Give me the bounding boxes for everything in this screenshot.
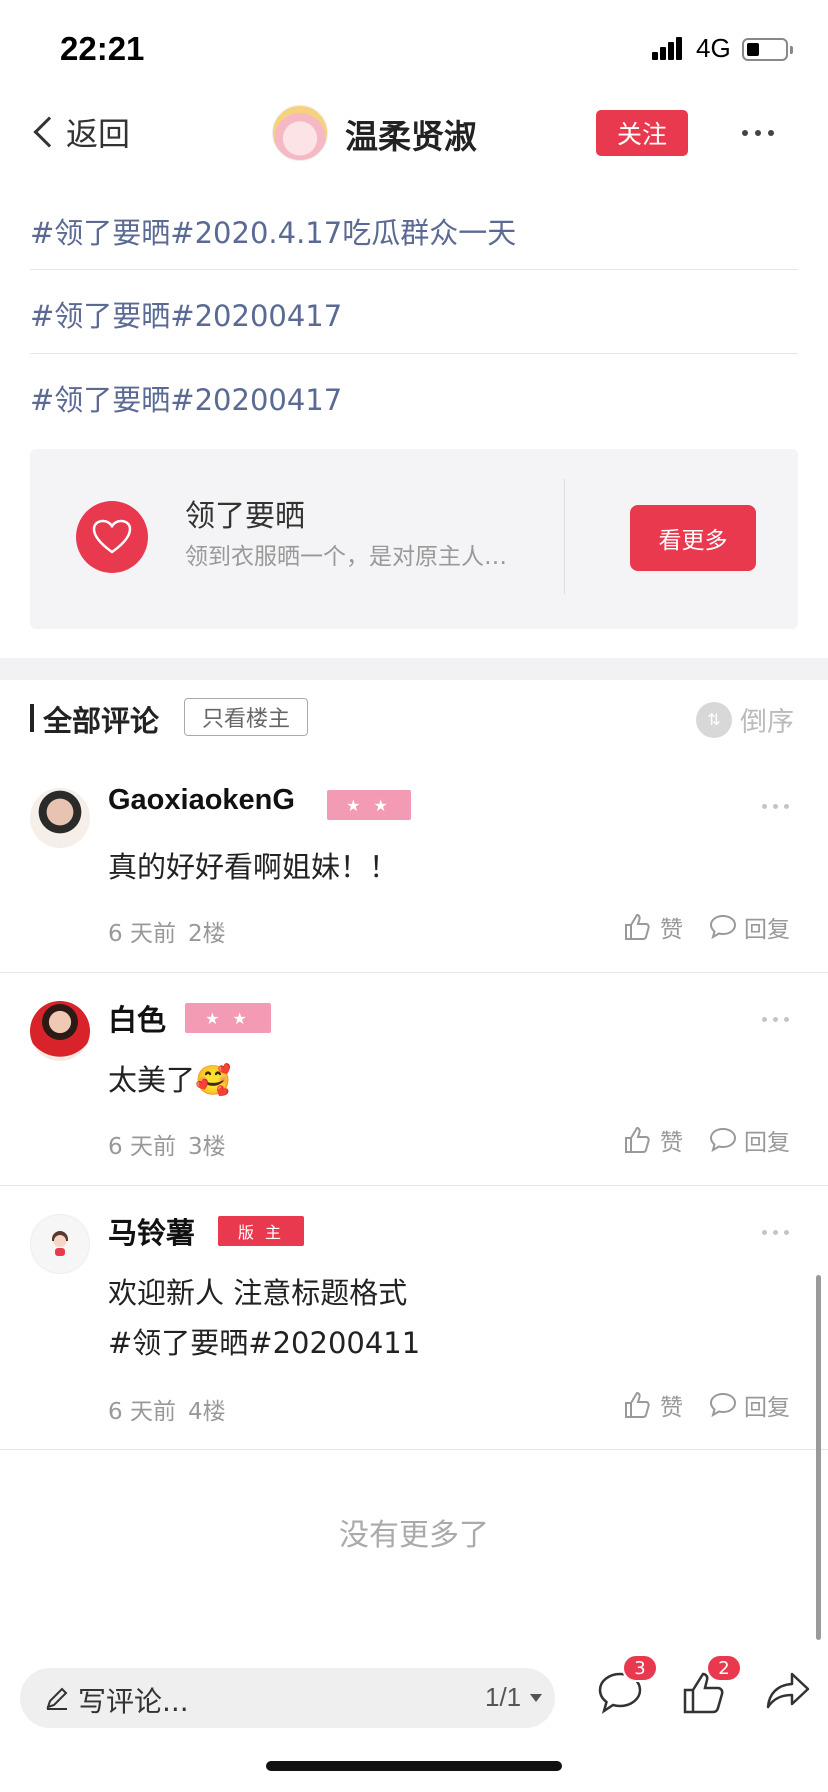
comment-input[interactable]: 写评论... 1/1 <box>20 1668 555 1728</box>
op-only-button[interactable]: 只看楼主 <box>184 698 308 736</box>
comment-text: 太美了🥰 <box>108 1063 232 1097</box>
comment-floor: 2楼 <box>187 921 226 947</box>
like-count-badge: 2 <box>706 1654 742 1682</box>
comments-title: 全部评论 <box>43 704 160 738</box>
header-accent-bar <box>30 704 34 732</box>
author-name[interactable]: 温柔贤淑 <box>345 110 477 158</box>
comment-text-line: 欢迎新人 注意标题格式 <box>108 1276 408 1310</box>
page-indicator[interactable]: 1/1 <box>485 1682 521 1713</box>
forum-name: 领了要晒 <box>185 499 305 534</box>
reply-bubble-icon <box>709 914 737 940</box>
status-time: 22:21 <box>60 30 145 67</box>
divider <box>30 353 798 354</box>
comment-floor: 4楼 <box>187 1399 226 1425</box>
back-button[interactable]: 返回 <box>30 110 130 154</box>
like-button[interactable]: 赞 <box>622 1123 683 1157</box>
reply-label: 回复 <box>744 1395 790 1421</box>
comment-username[interactable]: 马铃薯 <box>108 1210 195 1252</box>
reply-label: 回复 <box>744 917 790 943</box>
back-chevron-icon <box>33 116 65 148</box>
see-more-button[interactable]: 看更多 <box>630 505 756 571</box>
comment-count-badge: 3 <box>622 1654 658 1682</box>
comment-time: 6 天前 <box>108 921 176 947</box>
sort-label: 倒序 <box>740 707 794 738</box>
share-button[interactable] <box>764 1670 814 1720</box>
nav-bar: 返回 温柔贤淑 关注 <box>0 90 828 175</box>
moderator-badge: 版 主 <box>218 1216 304 1246</box>
like-button[interactable]: 赞 <box>622 1388 683 1422</box>
divider <box>564 479 565 594</box>
post-tag-line[interactable]: #领了要晒#2020.4.17吃瓜群众一天 <box>30 210 798 252</box>
like-button[interactable]: 赞 <box>622 910 683 944</box>
divider <box>30 269 798 270</box>
thumbs-up-icon <box>625 1126 650 1153</box>
like-label: 赞 <box>660 917 683 943</box>
comment-username[interactable]: GaoxiaokenG <box>108 784 295 817</box>
sort-icon: ⇅ <box>696 701 732 738</box>
divider <box>0 972 828 973</box>
scrollbar[interactable] <box>816 1275 821 1640</box>
thumbs-up-icon <box>625 1391 650 1418</box>
avatar[interactable] <box>30 1001 90 1061</box>
back-label: 返回 <box>66 115 131 153</box>
level-badge: ★ ★ <box>185 1003 271 1033</box>
comment-meta: 6 天前 3楼 <box>108 1127 238 1161</box>
comment-meta: 6 天前 4楼 <box>108 1392 238 1426</box>
no-more-text: 没有更多了 <box>339 1518 489 1553</box>
comments-button[interactable]: 3 <box>596 1654 658 1720</box>
divider <box>0 1449 828 1450</box>
avatar[interactable] <box>30 788 90 848</box>
comment-floor: 3楼 <box>187 1134 226 1160</box>
section-separator <box>0 658 828 680</box>
comment-item: 马铃薯 版 主 欢迎新人 注意标题格式 #领了要晒#20200411 6 天前 4… <box>0 1196 828 1450</box>
comment-placeholder: 写评论... <box>78 1685 189 1718</box>
comment-time: 6 天前 <box>108 1399 176 1425</box>
reply-bubble-icon <box>709 1127 737 1153</box>
status-bar: 22:21 4G <box>0 0 828 90</box>
divider <box>0 1185 828 1186</box>
comment-time: 6 天前 <box>108 1134 176 1160</box>
more-icon[interactable] <box>742 130 774 136</box>
comments-header: 全部评论 只看楼主 ⇅ 倒序 <box>0 690 828 746</box>
reply-button[interactable]: 回复 <box>708 1123 790 1157</box>
like-label: 赞 <box>660 1395 683 1421</box>
avatar[interactable] <box>30 1214 90 1274</box>
comment-more-icon[interactable] <box>762 804 789 809</box>
follow-button[interactable]: 关注 <box>596 110 688 156</box>
pencil-icon <box>46 1687 68 1710</box>
comment-item: GaoxiaokenG ★ ★ 真的好好看啊姐妹！！ 6 天前 2楼 赞 回复 <box>0 770 828 973</box>
post-tag-line[interactable]: #领了要晒#20200417 <box>30 377 798 419</box>
comment-more-icon[interactable] <box>762 1017 789 1022</box>
comment-meta: 6 天前 2楼 <box>108 914 238 948</box>
home-indicator[interactable] <box>266 1761 562 1771</box>
cellular-signal-icon <box>652 34 688 60</box>
comment-text: 真的好好看啊姐妹！！ <box>108 850 399 884</box>
share-icon <box>766 1672 810 1709</box>
author-avatar[interactable] <box>272 105 328 161</box>
reply-button[interactable]: 回复 <box>708 910 790 944</box>
reply-button[interactable]: 回复 <box>708 1388 790 1422</box>
comment-text-line: #领了要晒#20200411 <box>108 1326 421 1360</box>
like-post-button[interactable]: 2 <box>680 1654 742 1720</box>
chevron-down-icon[interactable] <box>530 1694 542 1702</box>
forum-card[interactable]: 领了要晒 领到衣服晒一个，是对原主人… 看更多 <box>30 449 798 629</box>
comment-item: 白色 ★ ★ 太美了🥰 6 天前 3楼 赞 回复 <box>0 983 828 1186</box>
thumbs-up-icon <box>625 913 650 940</box>
battery-icon <box>742 38 793 61</box>
network-type: 4G <box>696 33 731 63</box>
forum-description: 领到衣服晒一个，是对原主人… <box>185 544 507 570</box>
level-badge: ★ ★ <box>327 790 411 820</box>
post-tag-line[interactable]: #领了要晒#20200417 <box>30 293 798 335</box>
heart-icon <box>76 501 148 573</box>
comment-username[interactable]: 白色 <box>108 997 166 1039</box>
reply-bubble-icon <box>709 1392 737 1418</box>
sort-toggle[interactable]: ⇅ 倒序 <box>696 700 794 739</box>
like-label: 赞 <box>660 1130 683 1156</box>
comment-more-icon[interactable] <box>762 1230 789 1235</box>
reply-label: 回复 <box>744 1130 790 1156</box>
